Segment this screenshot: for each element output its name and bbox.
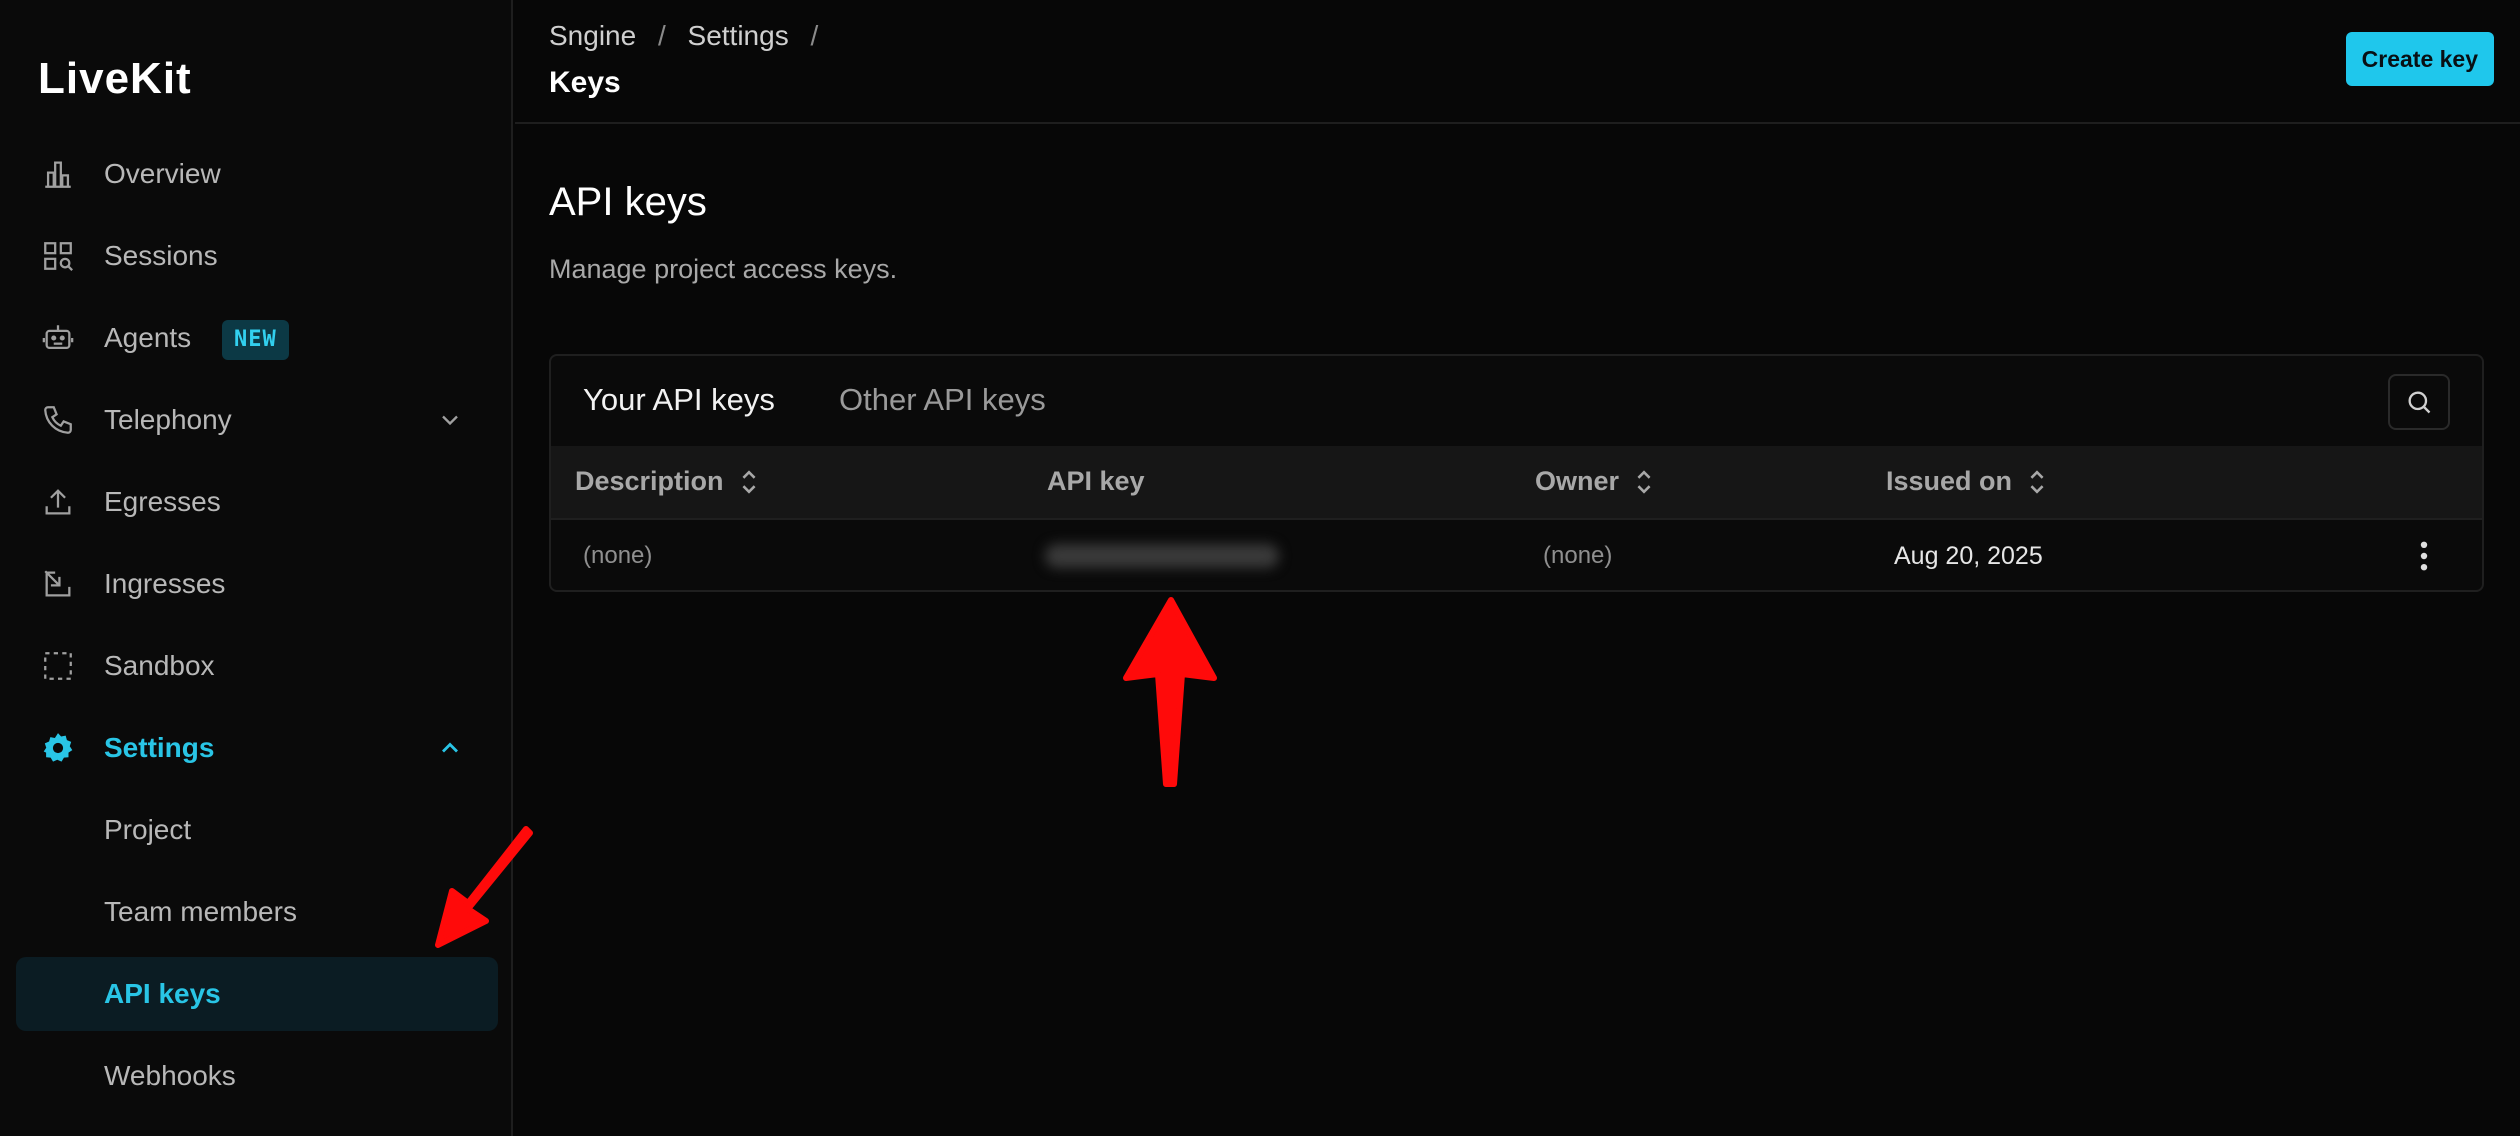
chevron-down-icon[interactable] bbox=[436, 406, 464, 434]
api-key-value-redacted[interactable] bbox=[1045, 544, 1279, 568]
tab-bar: Your API keys Other API keys bbox=[551, 356, 2482, 448]
more-options-icon[interactable] bbox=[2418, 540, 2430, 572]
dashed-square-icon bbox=[40, 648, 76, 684]
table-header: Description API key Owner Issued on bbox=[551, 446, 2482, 520]
sidebar-item-label: Ingresses bbox=[104, 568, 226, 599]
sidebar-item-sandbox[interactable]: Sandbox bbox=[0, 636, 513, 696]
top-header: Sngine / Settings / Keys Create key bbox=[515, 0, 2520, 124]
sort-icon bbox=[2030, 469, 2044, 494]
breadcrumb-separator: / bbox=[657, 20, 666, 51]
sessions-grid-icon bbox=[40, 238, 76, 274]
upload-icon bbox=[40, 484, 76, 520]
sidebar-item-ingresses[interactable]: Ingresses bbox=[0, 554, 513, 614]
ingress-icon bbox=[40, 566, 76, 602]
livekit-logo[interactable]: LiveKit bbox=[38, 54, 192, 104]
new-badge: NEW bbox=[222, 320, 289, 360]
sidebar: LiveKit Overview Sessions Agents NEW Tel… bbox=[0, 0, 513, 1136]
column-api-key: API key bbox=[1047, 466, 1145, 497]
search-button[interactable] bbox=[2388, 374, 2450, 430]
column-owner[interactable]: Owner bbox=[1535, 466, 1653, 497]
sort-icon bbox=[1637, 469, 1651, 494]
column-issued-on[interactable]: Issued on bbox=[1886, 466, 2046, 497]
column-label: Description bbox=[575, 466, 724, 496]
robot-icon bbox=[40, 320, 76, 356]
section-subtitle: Manage project access keys. bbox=[549, 254, 898, 284]
phone-icon bbox=[40, 402, 76, 438]
sidebar-item-label: Sandbox bbox=[104, 650, 215, 681]
breadcrumb-settings[interactable]: Settings bbox=[688, 20, 789, 51]
sidebar-item-sessions[interactable]: Sessions bbox=[0, 226, 513, 286]
tab-other-api-keys[interactable]: Other API keys bbox=[839, 382, 1046, 418]
sidebar-subitem-api-keys[interactable]: API keys bbox=[16, 957, 498, 1031]
table-row[interactable]: (none) (none) Aug 20, 2025 bbox=[551, 518, 2482, 590]
tab-your-api-keys[interactable]: Your API keys bbox=[583, 382, 775, 418]
column-description[interactable]: Description bbox=[575, 466, 758, 497]
sidebar-item-label: Agents bbox=[104, 322, 192, 353]
sidebar-subitem-label: Project bbox=[104, 814, 192, 845]
create-key-button[interactable]: Create key bbox=[2345, 32, 2494, 86]
sidebar-subitem-label: Webhooks bbox=[104, 1060, 236, 1091]
bar-chart-icon bbox=[40, 156, 76, 192]
cell-issued-on: Aug 20, 2025 bbox=[1894, 542, 2043, 570]
sidebar-item-overview[interactable]: Overview bbox=[0, 144, 513, 204]
cell-description: (none) bbox=[583, 542, 653, 569]
column-label: API key bbox=[1047, 466, 1145, 496]
sort-icon bbox=[742, 469, 756, 494]
annotation-arrow-icon bbox=[435, 826, 533, 948]
column-label: Owner bbox=[1535, 466, 1620, 496]
sidebar-subitem-label: API keys bbox=[104, 978, 221, 1009]
api-keys-panel: Your API keys Other API keys Description… bbox=[549, 354, 2484, 592]
page-title: Keys bbox=[549, 66, 621, 99]
annotation-arrow-icon bbox=[1123, 597, 1217, 787]
sidebar-item-telephony[interactable]: Telephony bbox=[0, 390, 513, 450]
sidebar-subitem-team-members[interactable]: Team members bbox=[16, 875, 498, 949]
breadcrumb-project[interactable]: Sngine bbox=[549, 20, 636, 51]
sidebar-item-label: Settings bbox=[104, 732, 215, 763]
sidebar-subitem-label: Team members bbox=[104, 896, 297, 927]
sidebar-subitem-project[interactable]: Project bbox=[16, 793, 498, 867]
sidebar-item-agents[interactable]: Agents NEW bbox=[0, 308, 513, 368]
sidebar-item-settings[interactable]: Settings bbox=[0, 718, 513, 778]
sidebar-item-egresses[interactable]: Egresses bbox=[0, 472, 513, 532]
breadcrumb: Sngine / Settings / bbox=[549, 20, 832, 52]
sidebar-item-label: Egresses bbox=[104, 486, 221, 517]
breadcrumb-separator: / bbox=[810, 20, 819, 51]
sidebar-item-label: Overview bbox=[104, 158, 221, 189]
section-title: API keys bbox=[549, 180, 707, 224]
sidebar-subitem-webhooks[interactable]: Webhooks bbox=[16, 1039, 498, 1113]
chevron-up-icon[interactable] bbox=[436, 734, 464, 762]
search-icon bbox=[2408, 391, 2431, 414]
gear-icon bbox=[40, 730, 76, 766]
cell-owner: (none) bbox=[1543, 542, 1613, 569]
sidebar-item-label: Telephony bbox=[104, 404, 232, 435]
column-label: Issued on bbox=[1886, 466, 2013, 496]
sidebar-item-label: Sessions bbox=[104, 240, 218, 271]
